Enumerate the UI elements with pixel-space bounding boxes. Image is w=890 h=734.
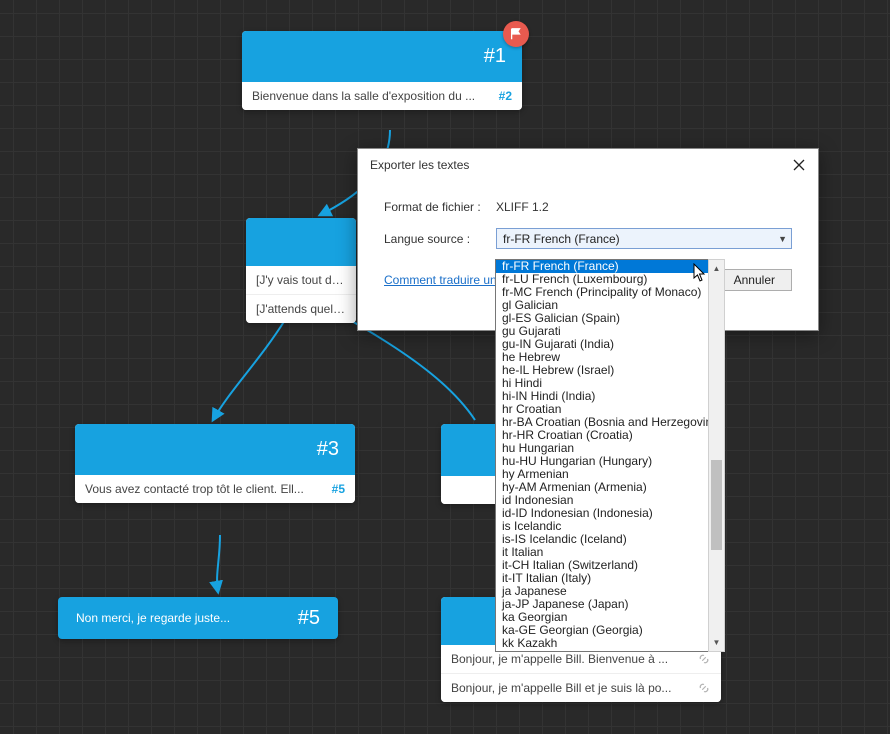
node-1-row-badge: #2 [499,89,512,103]
scrollbar[interactable]: ▲ ▼ [708,259,725,652]
scroll-down-button[interactable]: ▼ [709,634,724,651]
scroll-up-button[interactable]: ▲ [709,260,724,277]
node-1-row-text: Bienvenue dans la salle d'exposition du … [252,89,491,103]
format-row: Format de fichier : XLIFF 1.2 [384,200,792,214]
format-label: Format de fichier : [384,200,496,214]
cancel-button[interactable]: Annuler [717,269,792,291]
language-label: Langue source : [384,232,496,246]
node-3-row-badge: #5 [332,482,345,496]
language-row: Langue source : fr-FR French (France) ▼ [384,228,792,249]
node-2-row-1[interactable]: [J'attends quelque [246,294,356,323]
choice-node-5[interactable]: Non merci, je regarde juste... #5 [58,597,338,639]
language-select[interactable]: fr-FR French (France) ▼ [496,228,792,249]
flag-icon [503,21,529,47]
node-1[interactable]: #1 Bienvenue dans la salle d'exposition … [242,31,522,110]
node-3-row-text: Vous avez contacté trop tôt le client. E… [85,482,324,496]
dropdown-item[interactable]: kk Kazakh [496,637,724,650]
choice-5-text: Non merci, je regarde juste... [76,611,230,625]
language-dropdown[interactable]: fr-FR French (France)fr-LU French (Luxem… [495,259,725,652]
node-3-header: #3 [75,424,355,475]
node-1-header: #1 [242,31,522,82]
node-bottom-row-0-text: Bonjour, je m'appelle Bill. Bienvenue à … [451,652,689,666]
dialog-titlebar: Exporter les textes [358,149,818,182]
format-value: XLIFF 1.2 [496,200,549,214]
scroll-thumb[interactable] [711,460,722,550]
dialog-title-text: Exporter les textes [370,158,469,172]
node-1-row[interactable]: Bienvenue dans la salle d'exposition du … [242,82,522,110]
node-1-num: #1 [484,45,506,67]
node-3-num: #3 [317,438,339,460]
link-icon [697,652,711,666]
language-select-value: fr-FR French (France) [503,232,620,246]
node-2-header [246,218,356,266]
node-bottom-row-1[interactable]: Bonjour, je m'appelle Bill et je suis là… [441,673,721,702]
close-icon[interactable] [792,158,806,172]
chevron-down-icon: ▼ [778,234,787,244]
dialog-body: Format de fichier : XLIFF 1.2 Langue sou… [358,182,818,269]
node-2[interactable]: [J'y vais tout de su [J'attends quelque [246,218,356,323]
node-2-row-0[interactable]: [J'y vais tout de su [246,266,356,294]
node-3[interactable]: #3 Vous avez contacté trop tôt le client… [75,424,355,503]
link-icon [697,681,711,695]
node-3-row[interactable]: Vous avez contacté trop tôt le client. E… [75,475,355,503]
node-2-row-0-text: [J'y vais tout de su [256,273,346,287]
node-2-row-1-text: [J'attends quelque [256,302,346,316]
node-bottom-row-1-text: Bonjour, je m'appelle Bill et je suis là… [451,681,689,695]
choice-5-num: #5 [298,607,320,630]
